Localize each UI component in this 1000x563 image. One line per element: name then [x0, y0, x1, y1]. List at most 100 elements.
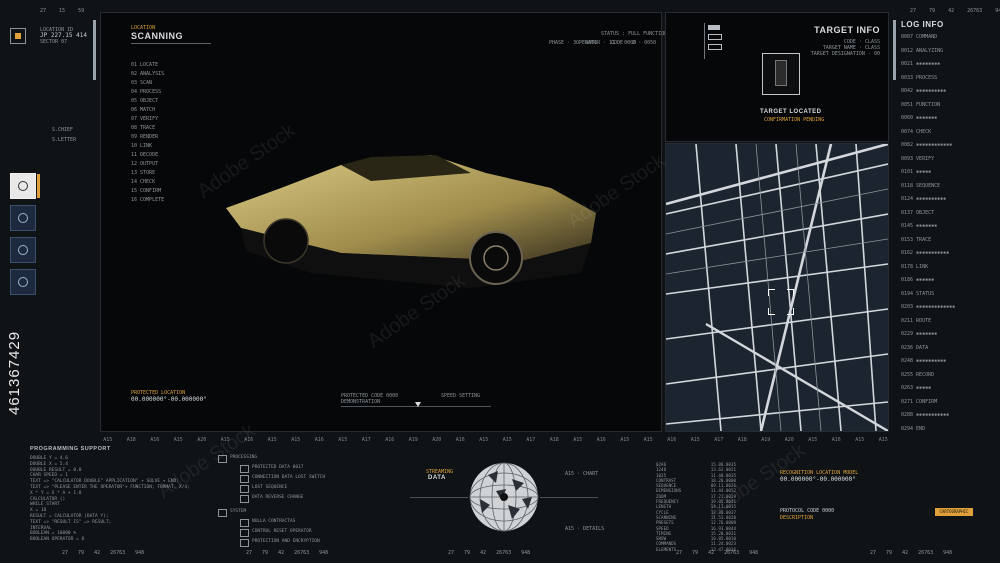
tree-label: SYSTEM — [230, 509, 247, 514]
tree-label: PROTECTED DATA 0017 — [252, 465, 304, 470]
status-value: 15 — [59, 8, 66, 14]
log-line: 12 OUTPUT — [131, 161, 159, 167]
status-value: 26763 — [918, 550, 934, 556]
status-value: 79 — [78, 550, 85, 556]
ruler-tick: A15 — [103, 437, 113, 443]
log-line: 08 TRACE — [131, 125, 156, 131]
target-info-title: TARGET INFO — [814, 25, 880, 35]
status-value: 42 — [278, 550, 285, 556]
programming-title: PROGRAMMING SUPPORT — [30, 446, 111, 452]
table-cell: ELEMENTS — [656, 546, 677, 552]
ruler-tick: A18 — [737, 437, 747, 443]
file-icon — [240, 495, 249, 503]
log-info-line: 0007 COMMAND — [901, 34, 938, 40]
log-scrollbar[interactable] — [893, 20, 896, 80]
status-value: 27 — [910, 8, 917, 14]
log-line: 07 VERIFY — [131, 116, 159, 122]
ruler-tick: A16 — [831, 437, 841, 443]
status-value: 26763 — [967, 8, 983, 14]
file-icon — [240, 475, 249, 483]
target-located-sub: CONFIRMATION PENDING — [764, 117, 825, 123]
tree-label: CONTROL RESET OPERATOR — [252, 529, 312, 534]
log-info-line: 0263 ▪▪▪▪▪ — [901, 385, 932, 391]
target-focus-frame — [762, 53, 800, 95]
street-map — [666, 144, 888, 431]
log-line: 06 MATCH — [131, 107, 156, 113]
log-info-line: 0074 CHECK — [901, 128, 932, 135]
log-info-line: 0271 CONFIRM — [901, 398, 938, 405]
status-value: 27 — [246, 550, 253, 556]
log-info-list: 0007 COMMAND 0012 ANALYZING 0021 ▪▪▪▪▪▪▪… — [901, 33, 996, 438]
status-value: 27 — [448, 550, 455, 556]
data-globe[interactable] — [468, 461, 540, 533]
log-line: 03 SCAN — [131, 80, 153, 86]
log-info-line: 0194 STATUS — [901, 290, 935, 297]
log-info-line: 0082 ▪▪▪▪▪▪▪▪▪▪▪▪ — [901, 142, 953, 148]
status-value: 26763 — [294, 550, 310, 556]
readout-3: CODE · 2 · 0050 — [611, 40, 657, 46]
map-target-reticle[interactable] — [768, 289, 794, 315]
log-info-line: 0042 ▪▪▪▪▪▪▪▪▪▪ — [901, 88, 947, 94]
recognition-value: 00.000000°-00.000000° — [780, 476, 856, 483]
status-value: 27 — [40, 8, 47, 14]
status-value: 42 — [708, 550, 715, 556]
tree-label: DATA REVERSE CHANGE — [252, 495, 304, 500]
mode-button-3[interactable] — [10, 237, 36, 263]
top-status-bar: 27 15 59 — [40, 8, 94, 14]
left-scrollbar[interactable] — [93, 20, 96, 80]
left-panel: LOCATION ID JP 227.15 414 SECTOR 07 S.CH… — [0, 15, 98, 445]
status-value: 79 — [886, 550, 893, 556]
ruler-tick: A15 — [479, 437, 489, 443]
log-line: 01 LOCATE — [131, 62, 159, 68]
status-value: 26763 — [724, 550, 740, 556]
target-info-panel: TARGET INFO CODE · CLASS TARGET NAME · C… — [665, 12, 889, 142]
ruler-tick: A15 — [338, 437, 348, 443]
mode-button-1[interactable] — [10, 173, 40, 199]
car-render — [226, 155, 596, 288]
target-id-icon — [704, 23, 725, 59]
mode-button-2[interactable] — [10, 205, 36, 231]
side-text-item: S.CHIEF — [52, 127, 74, 133]
log-line: 14 CHECK — [131, 179, 156, 185]
top-status-bar-right: 27 79 42 26763 948 — [910, 8, 1000, 14]
ruler-tick: A18 — [126, 437, 136, 443]
log-info-line: 0033 PROCESS — [901, 74, 938, 81]
ruler-tick: A15 — [855, 437, 865, 443]
progress-handle[interactable] — [415, 402, 421, 407]
ruler-tick: A15 — [690, 437, 700, 443]
scan-log-list: 01 LOCATE 02 ANALYSIS 03 SCAN 04 PROCESS… — [131, 61, 191, 205]
log-info-line: 0101 ▪▪▪▪▪ — [901, 169, 932, 175]
cartographic-badge[interactable]: CARTOGRAPHIC — [935, 508, 973, 516]
status-value: 59 — [78, 8, 85, 14]
mode-button-4[interactable] — [10, 269, 36, 295]
ruler-tick: A17 — [361, 437, 371, 443]
log-line: 02 ANALYSIS — [131, 71, 165, 77]
log-info-line: 0229 ▪▪▪▪▪▪▪ — [901, 331, 938, 337]
ruler-tick: A15 — [267, 437, 277, 443]
ruler-tick: A16 — [150, 437, 160, 443]
status-value: 26763 — [110, 550, 126, 556]
file-icon — [240, 529, 249, 537]
target-icon[interactable] — [10, 28, 26, 44]
title-underline — [131, 43, 211, 44]
ruler-tick: A15 — [643, 437, 653, 443]
status-value: 948 — [943, 550, 953, 556]
ruler-tick: A15 — [620, 437, 630, 443]
log-info-line: 0153 TRACE — [901, 236, 932, 243]
protocol-descr: DESCRIPTION — [780, 515, 814, 521]
log-line: 10 LINK — [131, 143, 153, 149]
circle-icon — [18, 181, 28, 191]
status-value: 27 — [870, 550, 877, 556]
file-icon — [240, 465, 249, 473]
tree-label: LOST SEQUENCE — [252, 485, 288, 490]
log-line: 15 CONFIRM — [131, 188, 162, 194]
log-info-panel: LOG INFO 0007 COMMAND 0012 ANALYZING 002… — [893, 15, 1000, 445]
ruler-tick: A15 — [173, 437, 183, 443]
bottom-status-1: 27 79 42 26763 948 — [62, 550, 154, 556]
log-info-line: 0211 ROUTE — [901, 317, 932, 324]
ruler-tick: A20 — [197, 437, 207, 443]
log-info-line: 0178 LINK — [901, 263, 929, 270]
ruler-tick: A15 — [573, 437, 583, 443]
globe-side-b: A15 · DETAILS — [565, 526, 605, 532]
status-value: 948 — [749, 550, 759, 556]
